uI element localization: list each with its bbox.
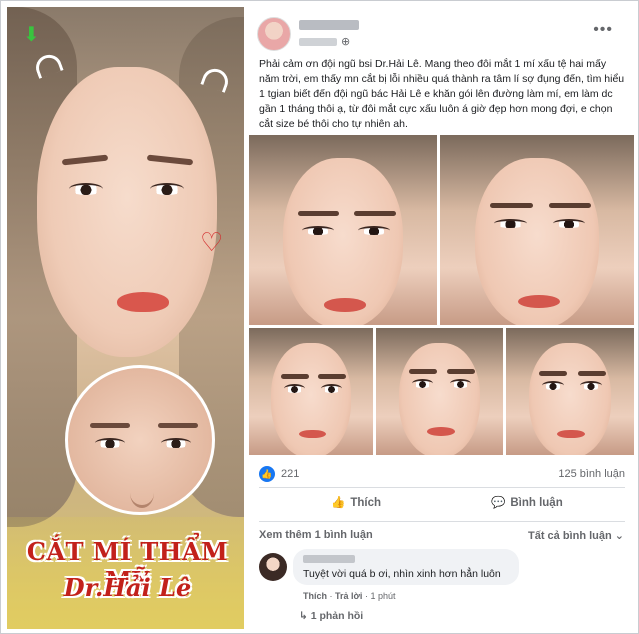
- post-actions: 👍 Thích 💬 Bình luận: [259, 491, 625, 517]
- photo-eye: [411, 378, 434, 388]
- post-photo-3[interactable]: [249, 328, 373, 455]
- inset-right-brow: [158, 423, 198, 428]
- photo-brow: [490, 203, 534, 209]
- photo-eye: [552, 218, 586, 228]
- post-photo-1[interactable]: [249, 135, 437, 325]
- like-button[interactable]: 👍 Thích: [331, 495, 381, 509]
- photo-lips: [517, 294, 561, 308]
- photo-face: [271, 343, 351, 455]
- photo-eye: [283, 383, 305, 393]
- reaction-bar: 👍 221 125 bình luận: [259, 465, 625, 483]
- comment-like-link[interactable]: Thích: [303, 591, 327, 601]
- like-label: Thích: [350, 497, 381, 509]
- post-time-redacted[interactable]: [299, 38, 337, 46]
- globe-icon: ⊕: [341, 36, 351, 48]
- author-name-redacted[interactable]: [299, 20, 359, 30]
- eye-closeup-inset: [65, 365, 215, 515]
- comment-button[interactable]: 💬 Bình luận: [491, 495, 563, 509]
- like-count[interactable]: 221: [281, 468, 299, 480]
- inset-right-eye: [161, 438, 191, 448]
- more-options-icon[interactable]: •••: [593, 21, 613, 39]
- like-reaction-icon[interactable]: 👍: [259, 466, 275, 482]
- photo-eye: [494, 218, 528, 228]
- photo-brow: [354, 211, 396, 216]
- heart-doodle-icon: ♡: [200, 227, 224, 257]
- post-header: ⊕ •••: [257, 17, 627, 55]
- divider: [259, 487, 625, 488]
- comment-filter-dropdown[interactable]: Tất cả bình luận ⌄: [528, 529, 624, 542]
- screenshot-frame: ⬇ ♡ CẮT MÍ THẨM MỸ Dr.Hải Lê ⊕ ••• Phải …: [0, 0, 639, 634]
- view-replies-link[interactable]: ↳ 1 phản hồi: [299, 610, 363, 622]
- post-body-text: Phải cảm ơn đội ngũ bsi Dr.Hải Lê. Mang …: [259, 58, 625, 130]
- author-avatar[interactable]: [257, 17, 291, 51]
- comment-actions: Thích · Trả lời · 1 phút: [303, 591, 395, 601]
- post-photo-4[interactable]: [376, 328, 503, 455]
- comment-reply-link[interactable]: Trả lời: [335, 591, 362, 601]
- comment-count[interactable]: 125 bình luận: [558, 468, 625, 480]
- promo-image: ⬇ ♡ CẮT MÍ THẨM MỸ Dr.Hải Lê: [7, 7, 244, 629]
- facebook-post: ⊕ ••• Phải cảm ơn đội ngũ bsi Dr.Hải Lê.…: [249, 7, 634, 629]
- lips: [117, 292, 169, 312]
- photo-brow: [539, 371, 568, 377]
- thumbs-up-icon: 👍: [331, 497, 346, 509]
- inset-nose: [130, 478, 154, 508]
- divider: [259, 521, 625, 522]
- photo-grid: [249, 135, 634, 455]
- photo-brow: [281, 373, 309, 379]
- photo-brow: [318, 373, 346, 379]
- photo-brow: [409, 368, 437, 374]
- comment-text: Tuyệt vời quá b ơi, nhìn xinh hơn hẳn lu…: [303, 568, 501, 580]
- post-photo-5[interactable]: [506, 328, 634, 455]
- promo-subline: Dr.Hải Lê: [63, 573, 192, 602]
- post-photo-2[interactable]: [440, 135, 634, 325]
- portrait-face: [37, 67, 217, 357]
- photo-lips: [324, 298, 366, 312]
- comment-icon: 💬: [491, 497, 506, 509]
- comment-bubble: Tuyệt vời quá b ơi, nhìn xinh hơn hẳn lu…: [293, 549, 519, 585]
- comment-label: Bình luận: [510, 497, 563, 509]
- comment-time[interactable]: 1 phút: [370, 591, 395, 601]
- download-arrow-icon: ⬇: [23, 24, 40, 46]
- photo-brow: [548, 203, 592, 209]
- photo-lips: [426, 427, 455, 436]
- right-eye: [150, 183, 184, 195]
- see-more-comments-link[interactable]: Xem thêm 1 bình luận: [259, 529, 373, 541]
- commenter-name-redacted[interactable]: [303, 555, 355, 563]
- photo-brow: [447, 368, 476, 374]
- inset-left-eye: [95, 438, 125, 448]
- photo-brow: [297, 211, 340, 216]
- photo-eye: [449, 378, 472, 388]
- photo-face: [398, 343, 481, 455]
- left-eye: [69, 183, 103, 195]
- commenter-avatar[interactable]: [259, 553, 287, 581]
- photo-brow: [577, 371, 606, 377]
- photo-eye: [320, 383, 342, 393]
- inset-left-brow: [90, 423, 130, 428]
- photo-face: [529, 343, 611, 455]
